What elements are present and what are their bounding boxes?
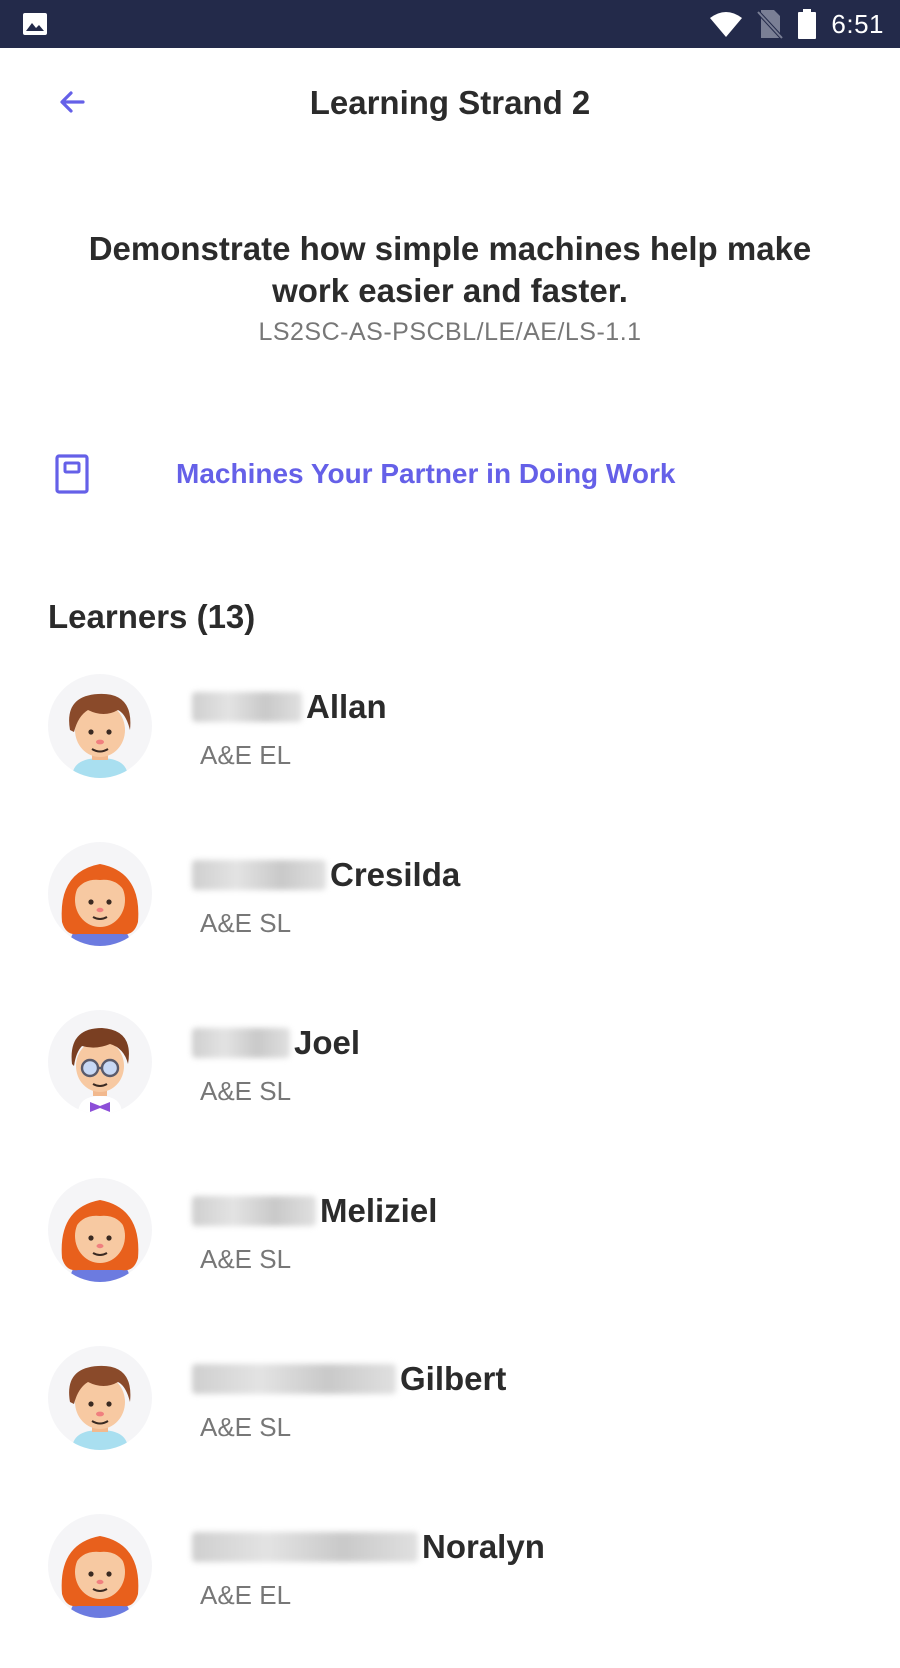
objective-code: LS2SC-AS-PSCBL/LE/AE/LS-1.1: [258, 318, 642, 346]
learner-name: Gilbert: [400, 1360, 507, 1397]
module-link[interactable]: Machines Your Partner in Doing Work: [48, 446, 848, 502]
learners-heading: Learners (13): [48, 598, 256, 635]
boy-avatar-icon: [69, 693, 131, 778]
learner-type: A&E SL: [200, 908, 292, 938]
avatar: [48, 842, 152, 946]
boy-glasses-avatar-icon: [71, 1028, 129, 1114]
book-icon: [48, 450, 96, 498]
learning-objective: Demonstrate how simple machines help mak…: [88, 230, 812, 309]
learner-name: Noralyn: [422, 1528, 545, 1565]
image-icon: [22, 12, 48, 36]
redacted-surname: [192, 692, 302, 722]
learner-name: Cresilda: [330, 856, 461, 893]
girl-avatar-icon: [61, 864, 139, 946]
wifi-icon: [709, 10, 743, 38]
redacted-surname: [192, 1196, 316, 1226]
learner-item[interactable]: Cresilda A&E SL: [0, 828, 900, 996]
learner-item[interactable]: Gilbert A&E SL: [0, 1332, 900, 1500]
girl-avatar-icon: [61, 1536, 139, 1618]
learner-type: A&E SL: [200, 1412, 292, 1442]
avatar: [48, 1346, 152, 1450]
redacted-surname: [192, 860, 326, 890]
learner-item[interactable]: Joel A&E SL: [0, 996, 900, 1164]
learner-type: A&E EL: [200, 1580, 292, 1610]
learner-type: A&E SL: [200, 1244, 292, 1274]
page-title: Learning Strand 2: [309, 84, 591, 121]
app-header: Learning Strand 2: [0, 48, 900, 160]
status-bar: 6:51: [0, 0, 900, 48]
avatar: [48, 674, 152, 778]
battery-icon: [797, 9, 817, 39]
avatar: [48, 1178, 152, 1282]
learner-name: Joel: [294, 1024, 361, 1061]
redacted-surname: [192, 1028, 290, 1058]
girl-avatar-icon: [61, 1200, 139, 1282]
avatar: [48, 1514, 152, 1618]
redacted-surname: [192, 1364, 396, 1394]
redacted-surname: [192, 1532, 418, 1562]
module-title: Machines Your Partner in Doing Work: [176, 458, 676, 489]
avatar: [48, 1010, 152, 1114]
learner-type: A&E EL: [200, 740, 292, 770]
learner-item[interactable]: Noralyn A&E EL: [0, 1500, 900, 1668]
clock: 6:51: [831, 8, 884, 39]
learner-name: Meliziel: [320, 1192, 438, 1229]
learner-item[interactable]: Allan A&E EL: [0, 660, 900, 828]
learner-type: A&E SL: [200, 1076, 292, 1106]
learner-name: Allan: [306, 688, 387, 725]
no-sim-icon: [757, 9, 784, 39]
boy-avatar-icon: [69, 1365, 131, 1450]
learner-item[interactable]: Meliziel A&E SL: [0, 1164, 900, 1332]
